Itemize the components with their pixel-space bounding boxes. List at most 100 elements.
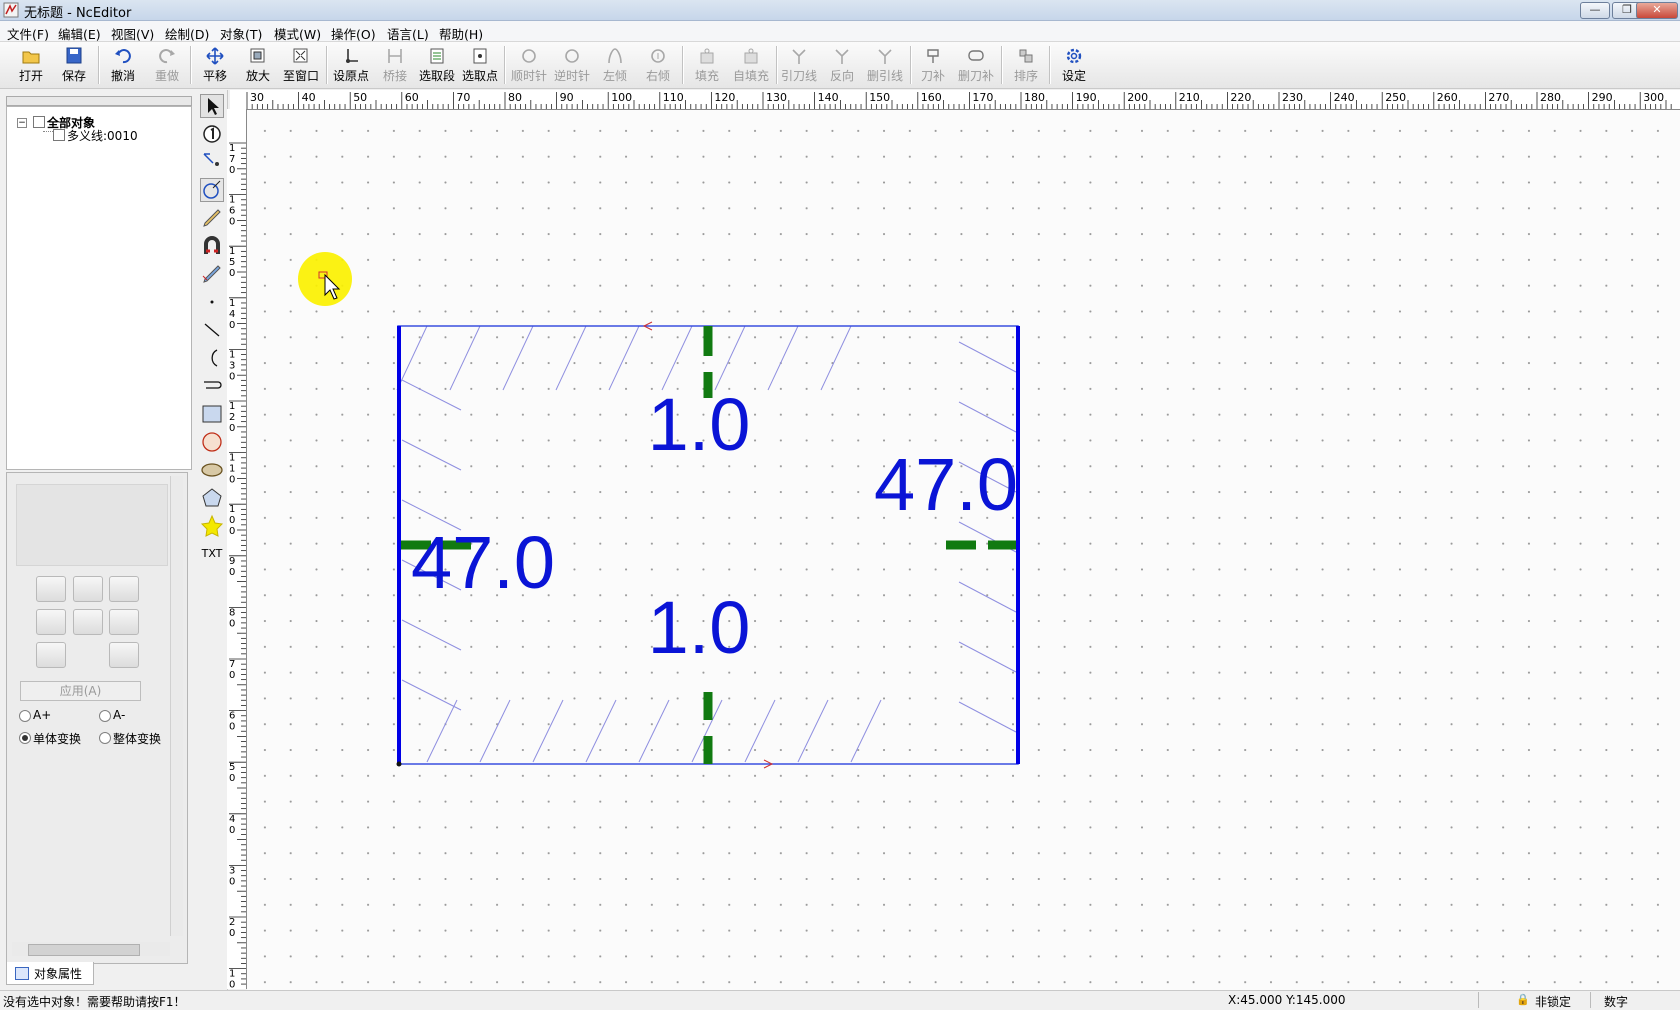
- lean-left-button[interactable]: 左倾: [594, 45, 636, 87]
- lean-right-button[interactable]: 右倾: [637, 45, 679, 87]
- menu-operation[interactable]: 操作(O): [331, 24, 376, 43]
- radio-single-transform[interactable]: [19, 732, 31, 744]
- lead-line-button[interactable]: 引刀线: [778, 45, 820, 87]
- drawing-canvas[interactable]: 1.0 1.0 47.0 47.0: [247, 110, 1680, 990]
- status-bar: 没有选中对象！需要帮助请按F1！ X:45.000 Y:145.000 🔒 非锁…: [0, 990, 1680, 1009]
- fit-window-button[interactable]: 至窗口: [280, 45, 322, 87]
- point-icon[interactable]: [200, 290, 224, 314]
- delete-comp-button[interactable]: 删刀补: [955, 45, 997, 87]
- start-point: [396, 761, 402, 767]
- circle-icon[interactable]: [200, 430, 224, 454]
- undo-button[interactable]: 撤消: [102, 45, 144, 87]
- star-icon[interactable]: [200, 514, 224, 538]
- select-point-button[interactable]: 选取点: [459, 45, 501, 87]
- lean-left-icon: [608, 48, 622, 64]
- menu-view[interactable]: 视图(V): [111, 24, 154, 43]
- rotate-cw-90-button[interactable]: [109, 642, 139, 668]
- radio-a-minus[interactable]: [99, 710, 111, 722]
- transform-preview: [16, 484, 168, 566]
- line-icon[interactable]: [200, 318, 224, 342]
- clockwise-button[interactable]: 顺时针: [508, 45, 550, 87]
- arc-icon[interactable]: [200, 346, 224, 370]
- ruler-label: 50: [353, 91, 367, 104]
- ruler-label: 110: [663, 91, 684, 104]
- edit-path-icon[interactable]: [200, 262, 224, 286]
- ruler-label: 180: [1024, 91, 1045, 104]
- open-button[interactable]: 打开: [10, 45, 52, 87]
- menu-mode[interactable]: 模式(W): [274, 24, 321, 43]
- select-arrow-icon[interactable]: [200, 94, 224, 118]
- object-properties-tab[interactable]: 对象属性: [6, 962, 94, 985]
- node-select-icon[interactable]: [200, 148, 224, 172]
- close-button[interactable]: ✕: [1636, 2, 1678, 19]
- radio-a-plus[interactable]: [19, 710, 31, 722]
- object-properties-label: 对象属性: [34, 967, 83, 981]
- number-one-icon[interactable]: [200, 122, 224, 146]
- pan-button[interactable]: 平移: [194, 45, 236, 87]
- settings-button[interactable]: 设定: [1053, 45, 1095, 87]
- auto-fill-label: 自填充: [732, 69, 769, 83]
- settings-icon: [1066, 48, 1082, 64]
- tree-child-checkbox[interactable]: [53, 129, 65, 141]
- dimension-label-bottom: 1.0: [648, 586, 751, 669]
- counterclockwise-button[interactable]: 逆时针: [551, 45, 593, 87]
- polygon-icon[interactable]: [200, 486, 224, 510]
- move-down-button[interactable]: [73, 609, 103, 635]
- zoom-in-button[interactable]: 放大: [237, 45, 279, 87]
- magnet-icon[interactable]: [200, 234, 224, 258]
- rectangle-icon[interactable]: [200, 402, 224, 426]
- polyline-icon[interactable]: [200, 374, 224, 398]
- tree-child-label[interactable]: 多义线:0010: [67, 127, 138, 144]
- menu-edit[interactable]: 编辑(E): [58, 24, 101, 43]
- ruler-label: 110: [229, 453, 235, 486]
- delete-lead-button[interactable]: 删引线: [864, 45, 906, 87]
- set-origin-button[interactable]: 设原点: [330, 45, 372, 87]
- ellipse-icon[interactable]: [200, 458, 224, 482]
- horizontal-ruler: 30 40 50 60 70 80 90 100 110 120 130 140 150 160 170 18…: [230, 90, 1680, 110]
- sort-button[interactable]: 排序: [1005, 45, 1047, 87]
- sort-icon: [1019, 49, 1033, 63]
- tree-collapse-toggle[interactable]: −: [17, 118, 27, 128]
- set-origin-label: 设原点: [332, 69, 369, 83]
- select-segment-button[interactable]: 选取段: [416, 45, 458, 87]
- minimize-button[interactable]: —: [1580, 2, 1610, 19]
- move-left-button[interactable]: [36, 609, 66, 635]
- ruler-label: 90: [560, 91, 574, 104]
- clockwise-icon: [522, 49, 536, 63]
- menu-object[interactable]: 对象(T): [220, 24, 262, 43]
- ruler-label: 190: [1076, 91, 1097, 104]
- open-label: 打开: [18, 69, 43, 83]
- ruler-label: 70: [229, 659, 235, 681]
- fill-button[interactable]: 填充: [686, 45, 728, 87]
- panel-horizontal-scrollbar[interactable]: [12, 942, 170, 956]
- radio-whole-transform[interactable]: [99, 732, 111, 744]
- panel-vertical-scrollbar[interactable]: [170, 476, 183, 936]
- redo-button[interactable]: 重做: [146, 45, 188, 87]
- menu-language[interactable]: 语言(L): [387, 24, 429, 43]
- title-bar: 无标题 - NcEditor — ❐ ✕: [0, 0, 1680, 21]
- apply-button[interactable]: 应用(A): [20, 681, 141, 701]
- auto-fill-button[interactable]: 自填充: [730, 45, 772, 87]
- menu-file[interactable]: 文件(F): [7, 24, 49, 43]
- pencil-icon[interactable]: [200, 206, 224, 230]
- rotate-right-up-button[interactable]: [109, 576, 139, 602]
- drawing-tools: TXT: [197, 90, 228, 990]
- menu-help[interactable]: 帮助(H): [439, 24, 483, 43]
- menu-draw[interactable]: 绘制(D): [165, 24, 209, 43]
- bridge-button[interactable]: 桥接: [374, 45, 416, 87]
- move-right-button[interactable]: [109, 609, 139, 635]
- set-origin-icon: [346, 49, 358, 63]
- tool-comp-button[interactable]: 刀补: [912, 45, 954, 87]
- ruler-label: 300: [1643, 91, 1664, 104]
- scroll-thumb[interactable]: [28, 944, 140, 956]
- move-up-button[interactable]: [73, 576, 103, 602]
- circle-tool-icon[interactable]: [200, 178, 224, 202]
- tree-root-checkbox[interactable]: [33, 116, 45, 128]
- reverse-icon: [835, 49, 849, 64]
- text-icon[interactable]: TXT: [200, 542, 224, 566]
- rotate-left-up-button[interactable]: [36, 576, 66, 602]
- save-button[interactable]: 保存: [53, 45, 95, 87]
- rotate-ccw-90-button[interactable]: [36, 642, 66, 668]
- reverse-button[interactable]: 反向: [821, 45, 863, 87]
- ruler-label: 290: [1592, 91, 1613, 104]
